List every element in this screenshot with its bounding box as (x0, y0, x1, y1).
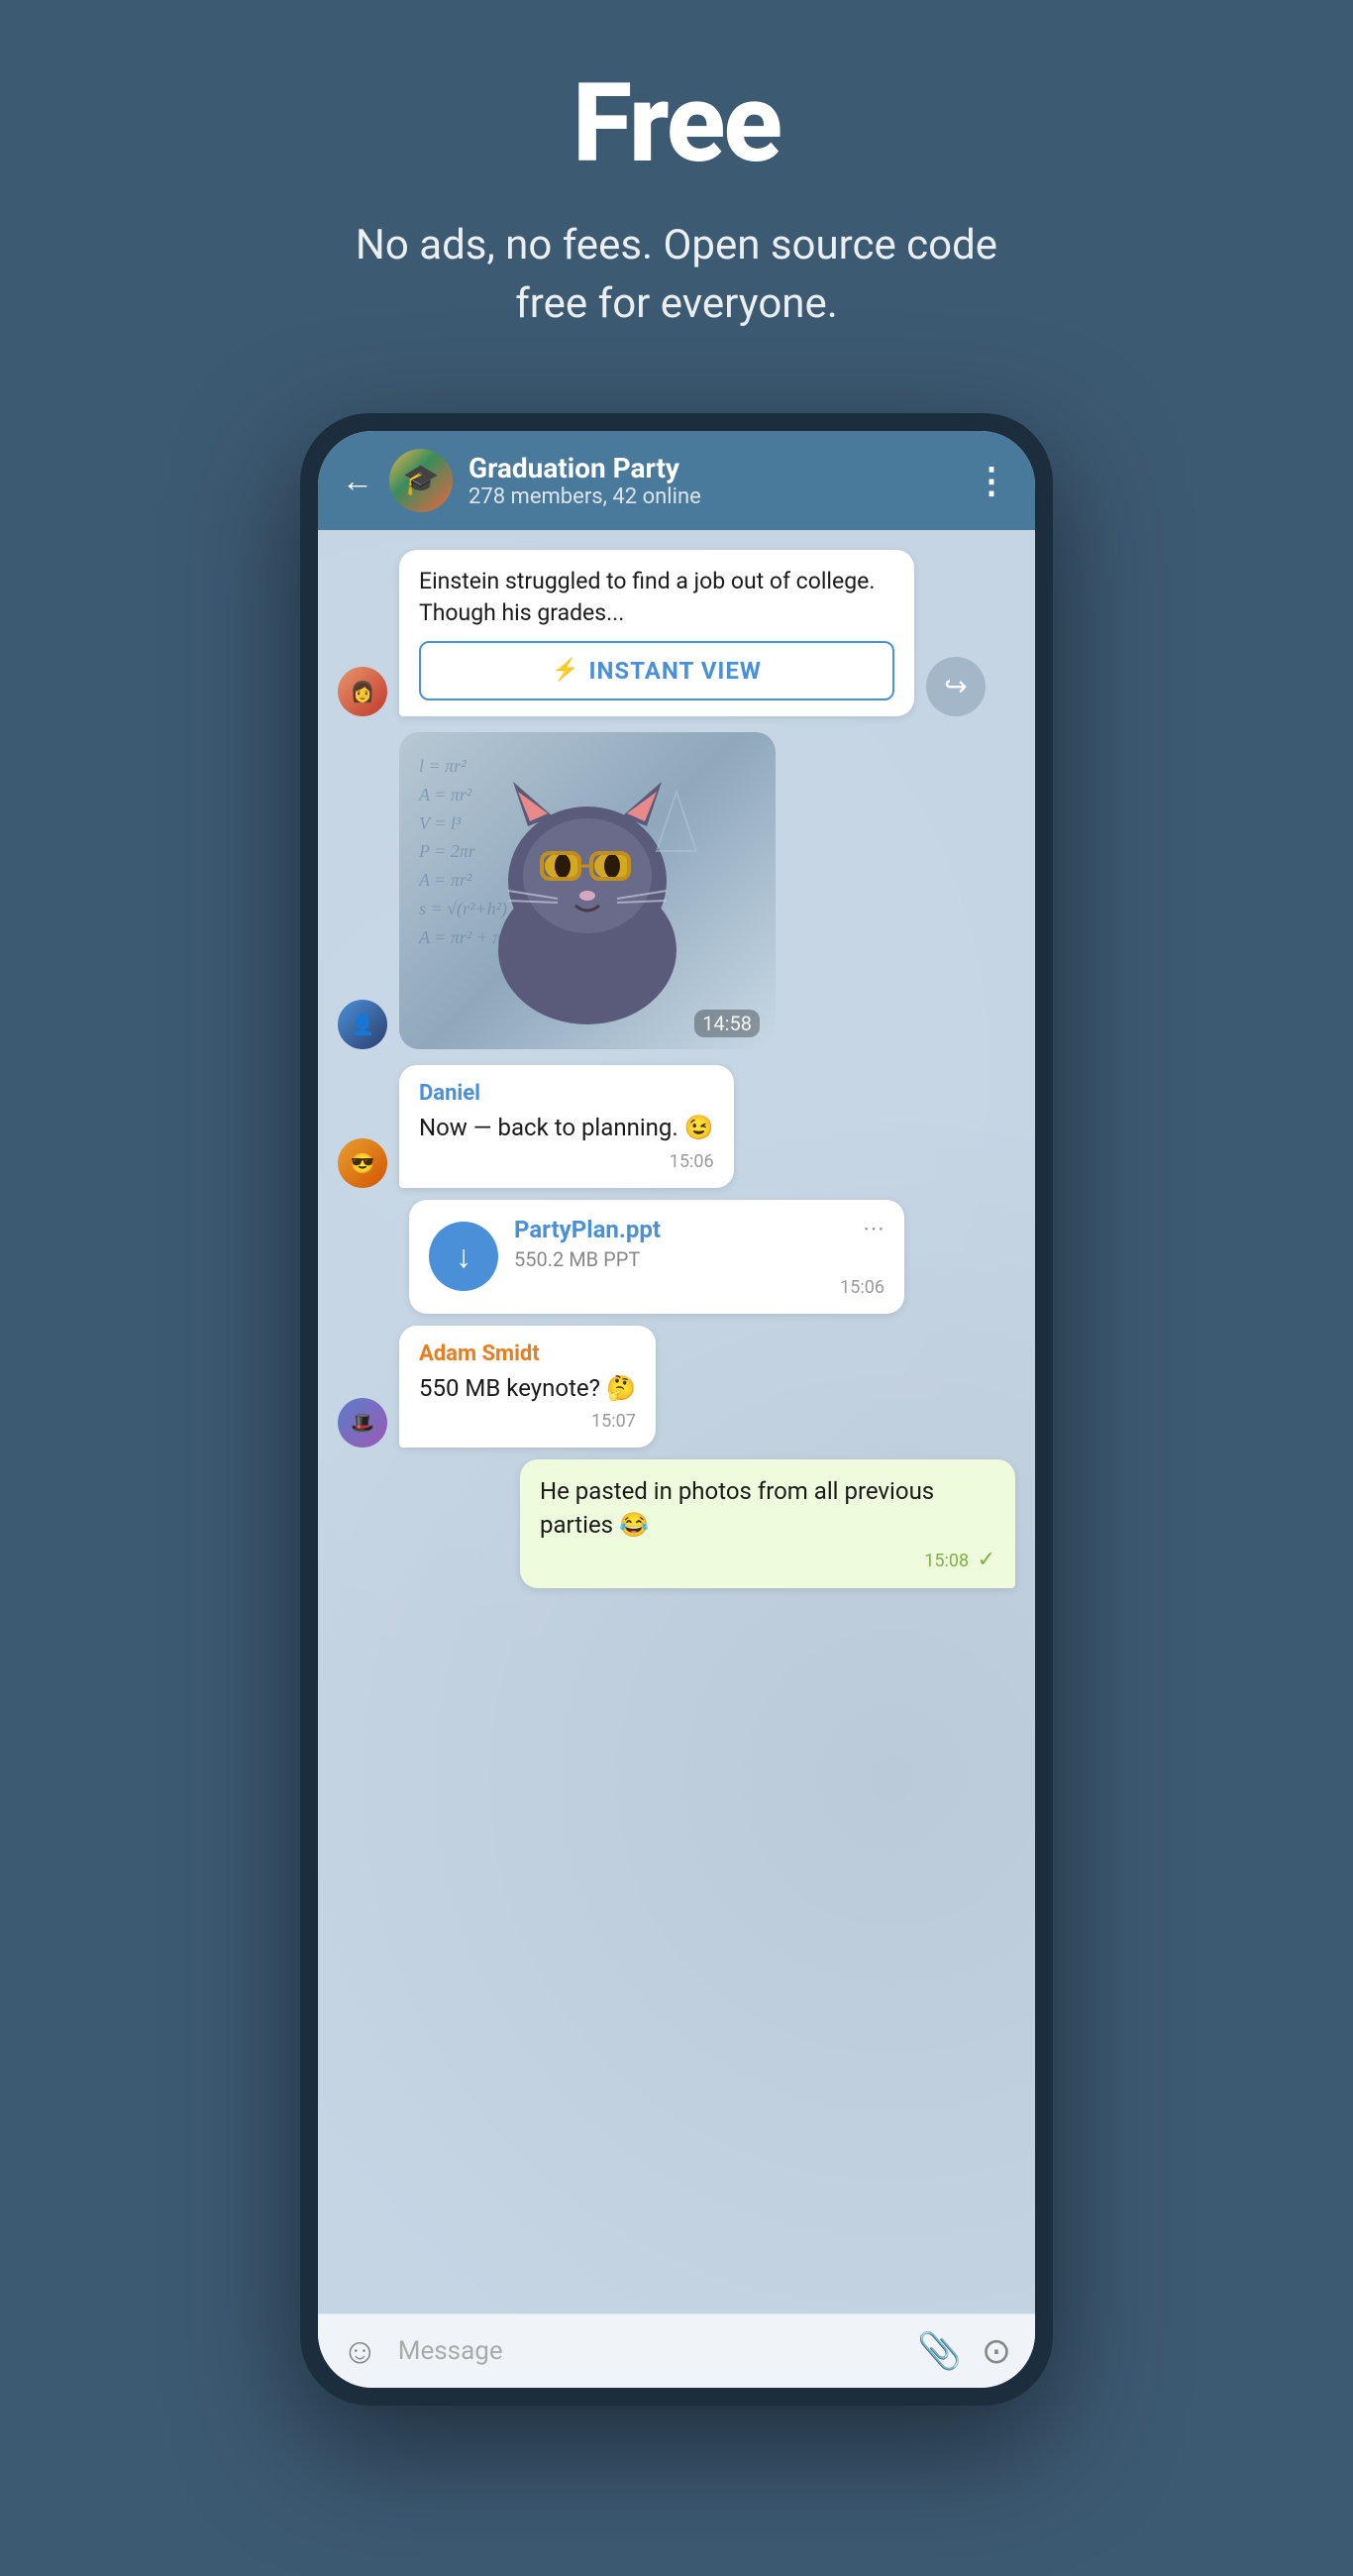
message-time: 15:08 ✓ (540, 1548, 995, 1572)
message-text: 550 MB keynote? 🤔 (419, 1372, 636, 1406)
message-time: 15:07 (419, 1411, 636, 1432)
sticker-background: l = πr² A = πr² V = l³ P = 2πr A = πr² s… (399, 732, 776, 1049)
avatar: 👤 (338, 1000, 387, 1049)
message-time: 15:06 (419, 1151, 714, 1172)
message-input-bar: ☺ Message 📎 ⊙ (318, 2313, 1035, 2388)
read-checkmark: ✓ (978, 1548, 995, 1572)
message-row: 👩 Einstein struggled to find a job out o… (338, 550, 1015, 716)
message-bubble: Adam Smidt 550 MB keynote? 🤔 15:07 (399, 1326, 656, 1449)
file-name-row: PartyPlan.ppt ⋯ (514, 1216, 885, 1243)
message-row: ↓ PartyPlan.ppt ⋯ 550.2 MB PPT 15:06 (338, 1200, 1015, 1314)
hero-subtitle: No ads, no fees. Open source code free f… (330, 217, 1023, 334)
sticker-row: 👤 l = πr² A = πr² V = l³ P = 2πr A = πr²… (338, 732, 1015, 1049)
message-time: 15:06 (514, 1277, 885, 1298)
file-size: 550.2 MB PPT (514, 1247, 885, 1271)
chat-avatar: 🎓 (389, 449, 453, 512)
chat-meta: 278 members, 42 online (468, 484, 958, 509)
self-message-bubble: He pasted in photos from all previous pa… (520, 1459, 1015, 1588)
attach-button[interactable]: 📎 (917, 2330, 962, 2372)
file-bubble: ↓ PartyPlan.ppt ⋯ 550.2 MB PPT 15:06 (409, 1200, 904, 1314)
sender-name: Daniel (419, 1081, 714, 1106)
file-options-button[interactable]: ⋯ (863, 1217, 885, 1241)
phone-screen: ← 🎓 Graduation Party 278 members, 42 onl… (318, 431, 1035, 2388)
cat-sticker (459, 752, 716, 1029)
avatar: 🎩 (338, 1398, 387, 1448)
message-row: 🎩 Adam Smidt 550 MB keynote? 🤔 15:07 (338, 1326, 1015, 1449)
lightning-icon: ⚡ (552, 658, 578, 683)
chat-header: ← 🎓 Graduation Party 278 members, 42 onl… (318, 431, 1035, 530)
phone-mockup: ← 🎓 Graduation Party 278 members, 42 onl… (300, 413, 1053, 2406)
message-input[interactable]: Message (398, 2336, 897, 2366)
chat-menu-button[interactable]: ⋮ (974, 460, 1011, 501)
download-button[interactable]: ↓ (429, 1222, 498, 1291)
instant-view-label: INSTANT VIEW (588, 657, 761, 685)
chat-info: Graduation Party 278 members, 42 online (468, 452, 958, 509)
file-info: PartyPlan.ppt ⋯ 550.2 MB PPT 15:06 (514, 1216, 885, 1298)
avatar: 😎 (338, 1138, 387, 1188)
article-bubble: Einstein struggled to find a job out of … (399, 550, 914, 716)
file-name: PartyPlan.ppt (514, 1216, 661, 1243)
emoji-button[interactable]: ☺ (342, 2330, 378, 2372)
article-text: Einstein struggled to find a job out of … (399, 550, 914, 641)
instant-view-button[interactable]: ⚡ INSTANT VIEW (419, 641, 894, 700)
avatar: 👩 (338, 667, 387, 716)
camera-button[interactable]: ⊙ (982, 2330, 1011, 2372)
message-bubble: Daniel Now — back to planning. 😉 15:06 (399, 1065, 734, 1188)
chat-name: Graduation Party (468, 452, 958, 484)
message-text: Now — back to planning. 😉 (419, 1112, 714, 1145)
chat-body: 👩 Einstein struggled to find a job out o… (318, 530, 1035, 2313)
input-actions: 📎 ⊙ (917, 2330, 1011, 2372)
group-avatar-image: 🎓 (389, 449, 453, 512)
message-text: He pasted in photos from all previous pa… (540, 1475, 995, 1542)
message-row: He pasted in photos from all previous pa… (338, 1459, 1015, 1588)
hero-title: Free (572, 59, 781, 187)
sticker-bubble: l = πr² A = πr² V = l³ P = 2πr A = πr² s… (399, 732, 776, 1049)
back-button[interactable]: ← (342, 462, 373, 499)
sender-name: Adam Smidt (419, 1342, 636, 1366)
message-row: 😎 Daniel Now — back to planning. 😉 15:06 (338, 1065, 1015, 1188)
share-button[interactable]: ↪ (926, 657, 986, 716)
